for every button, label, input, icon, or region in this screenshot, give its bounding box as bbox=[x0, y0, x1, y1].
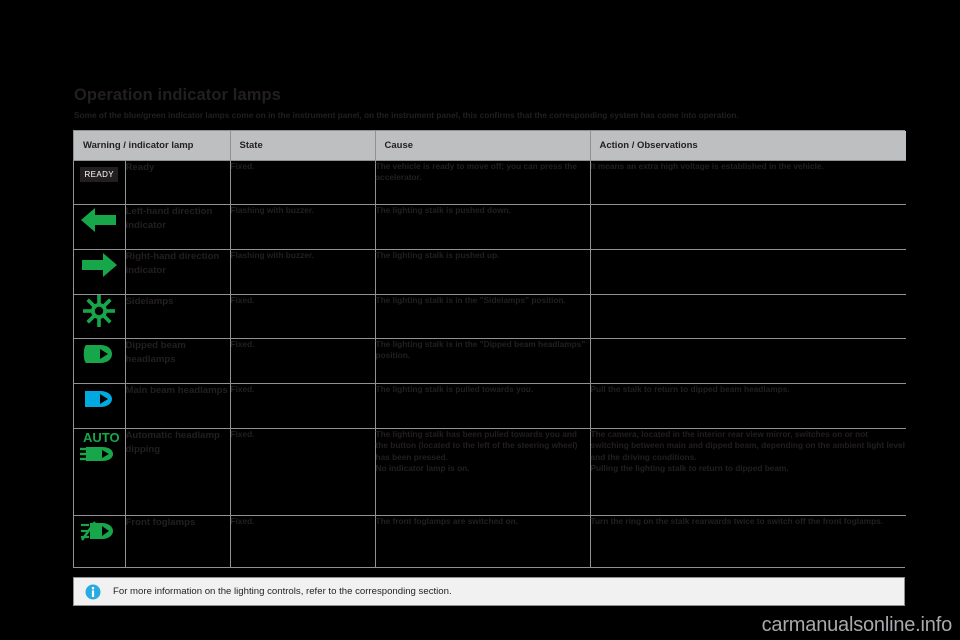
sidelamps-icon bbox=[78, 295, 120, 327]
svg-text:AUTO: AUTO bbox=[83, 430, 120, 445]
lamp-name: Automatic headlamp dipping bbox=[125, 428, 231, 516]
ready-badge-icon: READY bbox=[80, 167, 119, 182]
icon-cell bbox=[74, 515, 126, 567]
lamp-name: Ready bbox=[125, 160, 231, 205]
column-header-cause: Cause bbox=[375, 131, 591, 161]
lamp-cause: The lighting stalk is in the "Sidelamps"… bbox=[375, 294, 591, 339]
lamp-state: Fixed. bbox=[230, 338, 376, 384]
indicator-lamps-table-container: Warning / indicator lamp State Cause Act… bbox=[73, 130, 906, 568]
info-note: For more information on the lighting con… bbox=[73, 577, 905, 606]
page-subtitle: Some of the blue/green indicator lamps c… bbox=[74, 110, 739, 120]
table-row: Front foglamps Fixed. The front foglamps… bbox=[74, 515, 906, 567]
info-note-text: For more information on the lighting con… bbox=[113, 585, 452, 597]
lamp-state: Fixed. bbox=[230, 383, 376, 429]
lamp-action bbox=[590, 338, 906, 384]
column-header-warning-indicator-lamp: Warning / indicator lamp bbox=[74, 131, 231, 161]
lamp-name: Dipped beam headlamps bbox=[125, 338, 231, 384]
watermark: carmanualsonline.info bbox=[761, 614, 953, 636]
column-header-action-observations: Action / Observations bbox=[590, 131, 906, 161]
lamp-cause: The front foglamps are switched on. bbox=[375, 515, 591, 567]
lamp-action: Pull the stalk to return to dipped beam … bbox=[590, 383, 906, 429]
lamp-action: Turn the ring on the stalk rearwards twi… bbox=[590, 515, 906, 567]
lamp-action: The camera, located in the interior rear… bbox=[590, 428, 906, 516]
lamp-name: Front foglamps bbox=[125, 515, 231, 567]
indicator-lamps-table: Warning / indicator lamp State Cause Act… bbox=[74, 131, 906, 567]
icon-cell: AUTO bbox=[74, 428, 126, 516]
table-row: AUTO Automatic headlamp dipping Fixed. T… bbox=[74, 428, 906, 516]
lamp-state: Fixed. bbox=[230, 515, 376, 567]
page-title: Operation indicator lamps bbox=[74, 86, 281, 104]
column-header-state: State bbox=[230, 131, 376, 161]
manual-page: Operation indicator lamps Some of the bl… bbox=[0, 0, 960, 640]
right-arrow-icon bbox=[78, 250, 120, 280]
icon-cell bbox=[74, 338, 126, 384]
icon-cell bbox=[74, 383, 126, 429]
main-beam-icon bbox=[78, 384, 120, 414]
lamp-action bbox=[590, 204, 906, 250]
front-foglamps-icon bbox=[78, 516, 120, 546]
auto-headlamp-dipping-icon: AUTO bbox=[78, 429, 120, 463]
lamp-name: Right-hand direction indicator bbox=[125, 249, 231, 295]
lamp-action bbox=[590, 294, 906, 339]
icon-cell: READY bbox=[74, 160, 126, 205]
info-icon bbox=[85, 584, 101, 600]
lamp-cause: The lighting stalk is pushed down. bbox=[375, 204, 591, 250]
icon-cell bbox=[74, 204, 126, 250]
lamp-state: Fixed. bbox=[230, 294, 376, 339]
lamp-state: Fixed. bbox=[230, 160, 376, 205]
lamp-state: Flashing with buzzer. bbox=[230, 204, 376, 250]
table-row: Main beam headlamps Fixed. The lighting … bbox=[74, 383, 906, 429]
dipped-beam-icon bbox=[78, 339, 120, 369]
left-arrow-icon bbox=[78, 205, 120, 235]
lamp-cause: The lighting stalk is pulled towards you… bbox=[375, 383, 591, 429]
table-row: Dipped beam headlamps Fixed. The lightin… bbox=[74, 338, 906, 384]
table-row: READY Ready Fixed. The vehicle is ready … bbox=[74, 160, 906, 205]
icon-cell bbox=[74, 249, 126, 295]
lamp-state: Flashing with buzzer. bbox=[230, 249, 376, 295]
lamp-action bbox=[590, 249, 906, 295]
table-header-row: Warning / indicator lamp State Cause Act… bbox=[74, 131, 906, 161]
lamp-action: It means an extra high voltage is establ… bbox=[590, 160, 906, 205]
lamp-name: Sidelamps bbox=[125, 294, 231, 339]
table-row: Sidelamps Fixed. The lighting stalk is i… bbox=[74, 294, 906, 339]
lamp-name: Main beam headlamps bbox=[125, 383, 231, 429]
lamp-cause: The vehicle is ready to move off; you ca… bbox=[375, 160, 591, 205]
table-row: Right-hand direction indicator Flashing … bbox=[74, 249, 906, 295]
table-row: Left-hand direction indicator Flashing w… bbox=[74, 204, 906, 250]
table-body: READY Ready Fixed. The vehicle is ready … bbox=[74, 160, 906, 567]
icon-cell bbox=[74, 294, 126, 339]
lamp-cause: The lighting stalk is pushed up. bbox=[375, 249, 591, 295]
lamp-cause: The lighting stalk has been pulled towar… bbox=[375, 428, 591, 516]
lamp-name: Left-hand direction indicator bbox=[125, 204, 231, 250]
lamp-cause: The lighting stalk is in the "Dipped bea… bbox=[375, 338, 591, 384]
lamp-state: Fixed. bbox=[230, 428, 376, 516]
